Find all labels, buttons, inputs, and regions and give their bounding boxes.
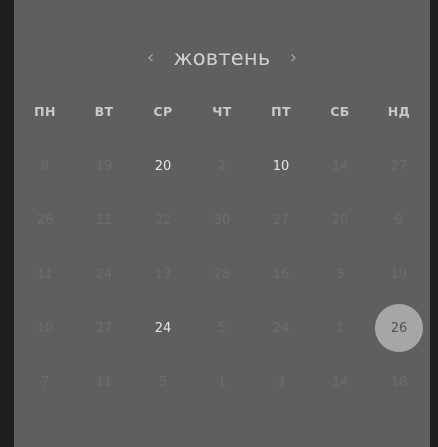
day-cell[interactable]: 11 bbox=[80, 196, 128, 244]
day-cell[interactable]: 20 bbox=[316, 196, 364, 244]
day-cell[interactable]: 27 bbox=[375, 142, 423, 190]
day-cell[interactable]: 3 bbox=[316, 250, 364, 298]
day-cell[interactable]: 27 bbox=[257, 196, 305, 244]
day-cell[interactable]: 19 bbox=[375, 250, 423, 298]
day-cell[interactable]: 26 bbox=[21, 196, 69, 244]
day-cell[interactable]: 11 bbox=[80, 358, 128, 406]
day-cell[interactable]: 5 bbox=[139, 358, 187, 406]
day-cell[interactable]: 10 bbox=[257, 142, 305, 190]
day-grid: 8 19 20 2 10 14 27 26 11 22 30 27 20 9 11 24 13 28 16 3 19 10… bbox=[14, 0, 430, 447]
day-cell[interactable]: 1 bbox=[198, 358, 246, 406]
day-cell[interactable]: 11 bbox=[21, 250, 69, 298]
day-cell[interactable]: 1 bbox=[316, 304, 364, 352]
day-cell[interactable]: 8 bbox=[21, 142, 69, 190]
day-cell[interactable]: 13 bbox=[139, 250, 187, 298]
app-window: ‹ жовтень › ПН ВТ СР ЧТ ПТ СБ НД 8 19 20 2 1… bbox=[0, 0, 438, 447]
day-cell[interactable]: 5 bbox=[198, 304, 246, 352]
day-cell[interactable]: 24 bbox=[80, 250, 128, 298]
day-cell[interactable]: 14 bbox=[316, 142, 364, 190]
calendar-panel: ‹ жовтень › ПН ВТ СР ЧТ ПТ СБ НД 8 19 20 2 1… bbox=[14, 0, 430, 447]
day-cell[interactable]: 26 bbox=[375, 304, 423, 352]
day-cell[interactable]: 27 bbox=[80, 304, 128, 352]
day-cell[interactable]: 9 bbox=[375, 196, 423, 244]
day-cell[interactable]: 2 bbox=[198, 142, 246, 190]
day-cell[interactable]: 7 bbox=[21, 358, 69, 406]
day-cell[interactable]: 19 bbox=[80, 142, 128, 190]
day-cell[interactable]: 24 bbox=[139, 304, 187, 352]
day-cell[interactable]: 3 bbox=[257, 358, 305, 406]
day-cell[interactable]: 20 bbox=[139, 142, 187, 190]
day-cell[interactable]: 24 bbox=[257, 304, 305, 352]
day-cell[interactable]: 10 bbox=[21, 304, 69, 352]
day-cell[interactable]: 16 bbox=[257, 250, 305, 298]
day-cell[interactable]: 28 bbox=[198, 250, 246, 298]
day-cell[interactable]: 22 bbox=[139, 196, 187, 244]
day-cell[interactable]: 30 bbox=[198, 196, 246, 244]
day-cell[interactable]: 18 bbox=[375, 358, 423, 406]
day-cell[interactable]: 14 bbox=[316, 358, 364, 406]
